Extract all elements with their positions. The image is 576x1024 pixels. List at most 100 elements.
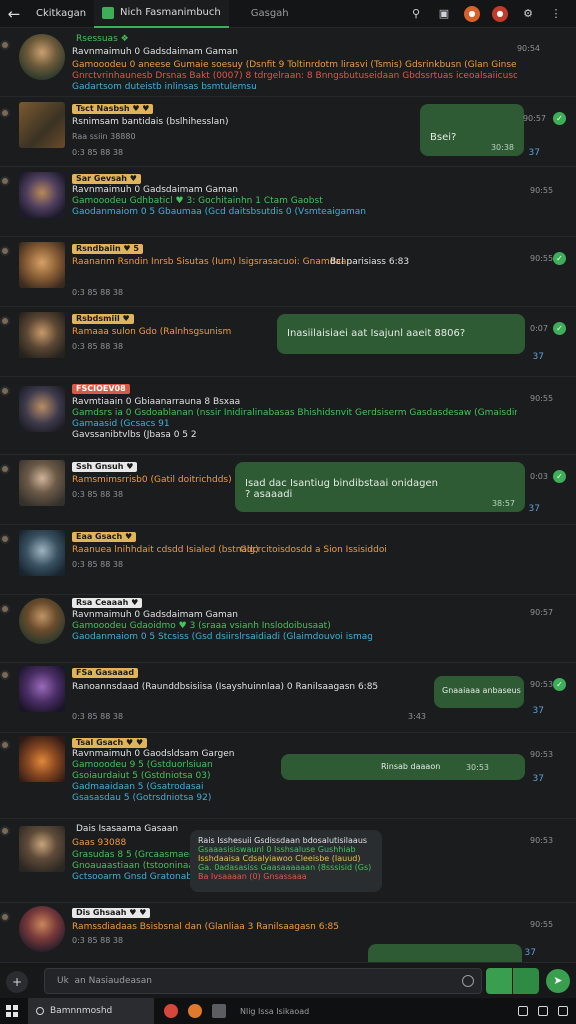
smile-icon[interactable] bbox=[462, 975, 474, 987]
send-icon[interactable]: ➤ bbox=[546, 969, 570, 993]
divider bbox=[0, 306, 576, 307]
menu-icon[interactable]: ⋮ bbox=[548, 6, 564, 22]
browser-app-icon[interactable] bbox=[164, 1004, 178, 1018]
chat-bubble[interactable] bbox=[368, 944, 522, 962]
chat-bubble[interactable]: Gnaaiaaa anbaseus bbox=[434, 676, 524, 708]
message-time: 90:55 bbox=[530, 186, 554, 195]
attach-button[interactable] bbox=[486, 968, 512, 994]
read-check-icon: ✓ bbox=[553, 252, 566, 265]
divider bbox=[0, 524, 576, 525]
tray-chat-icon[interactable] bbox=[538, 1006, 548, 1016]
tray-network-icon[interactable] bbox=[518, 1006, 528, 1016]
sender-name: Rsessuas ❖ bbox=[76, 34, 129, 44]
read-check-icon: ✓ bbox=[553, 470, 566, 483]
avatar[interactable] bbox=[19, 386, 65, 432]
avatar[interactable] bbox=[19, 102, 65, 148]
avatar[interactable] bbox=[19, 242, 65, 288]
avatar[interactable] bbox=[19, 826, 65, 872]
chat-app-icon bbox=[102, 6, 115, 19]
music-app-icon[interactable] bbox=[188, 1004, 202, 1018]
read-check-icon: ✓ bbox=[553, 112, 566, 125]
message-item[interactable]: Rsndbaiin ♥ 5 Raananm Rsndin Inrsb Sisut… bbox=[0, 242, 576, 308]
top-bar: ← Ckitkagan Nich Fasmanimbuch Gasgah ⚲ ▣… bbox=[0, 0, 576, 28]
message-time: 0:3 85 88 38 bbox=[72, 148, 124, 157]
avatar[interactable] bbox=[19, 312, 65, 358]
read-check-icon: ✓ bbox=[553, 322, 566, 335]
tab-primary[interactable]: Ckitkagan bbox=[28, 0, 94, 28]
divider bbox=[0, 454, 576, 455]
message-title: Ravnmaimuh 0 Gadsdaimam Gaman bbox=[72, 47, 239, 57]
message-item[interactable]: FSCIOEV08 Ravmtiaain 0 Gbiaanarrauna 8 B… bbox=[0, 382, 576, 454]
files-app-icon[interactable] bbox=[212, 1004, 226, 1018]
avatar[interactable] bbox=[19, 530, 65, 576]
chat-bubble[interactable]: Bsei? 30:38 bbox=[420, 104, 524, 156]
sender-name: Sar Gevsah ♥ bbox=[72, 174, 141, 184]
profile-icon[interactable]: ● bbox=[492, 5, 508, 22]
message-item[interactable]: Dis Ghsaah ♥ ♥ Ramssdiadaas Bsisbsnal da… bbox=[0, 906, 576, 962]
message-item[interactable]: Rsessuas ❖ Ravnmaimuh 0 Gadsdaimam Gaman… bbox=[0, 34, 576, 100]
sender-name: Ssh Gnsuh ♥ bbox=[72, 462, 138, 472]
taskbar-search[interactable]: Bamnnmoshd bbox=[28, 998, 154, 1024]
message-time: 90:54 bbox=[516, 44, 540, 53]
message-time: 90:55 bbox=[530, 394, 554, 403]
divider bbox=[0, 732, 576, 733]
notification-icon[interactable]: ● bbox=[464, 5, 480, 22]
chat-bubble[interactable]: Inasiilaisiaei aat Isajunl aaeit 8806? bbox=[277, 314, 525, 354]
message-item[interactable]: Rsbdsmiil ♥ Ramaaa sulon Gdo (Ralnhsgsun… bbox=[0, 312, 576, 378]
gif-button[interactable] bbox=[513, 968, 539, 994]
status-dot-icon bbox=[0, 108, 10, 118]
status-dot-icon bbox=[0, 826, 10, 836]
composer: + ➤ bbox=[0, 962, 576, 998]
divider bbox=[0, 902, 576, 903]
plus-icon[interactable]: + bbox=[6, 971, 28, 993]
sender-name: Tsct Nasbsh ♥ ♥ bbox=[72, 104, 154, 114]
chat-bubble[interactable]: Isad dac Isantiug bindibstaai onidagen ?… bbox=[235, 462, 525, 512]
sender-name: Dais Isasaama Gasaan bbox=[76, 824, 179, 834]
chat-bubble[interactable]: Rinsab daaaon 30:53 bbox=[281, 754, 525, 780]
status-dot-icon bbox=[0, 534, 10, 544]
message-time: 90:57 bbox=[530, 608, 554, 617]
avatar[interactable] bbox=[19, 906, 65, 952]
message-item[interactable]: Tsct Nasbsh ♥ ♥ Rsnimsam bantidais (bslh… bbox=[0, 102, 576, 168]
avatar[interactable] bbox=[19, 666, 65, 712]
message-item[interactable]: Dais Isasaama Gasaan Gaas 93088 Grasudas… bbox=[0, 822, 576, 902]
avatar[interactable] bbox=[19, 460, 65, 506]
window-icon[interactable]: ▣ bbox=[436, 6, 452, 22]
message-item[interactable]: Rsa Ceaaah ♥ Ravnmaimuh 0 Gadsdaimam Gam… bbox=[0, 598, 576, 664]
status-dot-icon bbox=[0, 604, 10, 614]
search-icon[interactable]: ⚲ bbox=[408, 6, 424, 22]
read-check-icon: ✓ bbox=[553, 678, 566, 691]
status-dot-icon bbox=[0, 40, 10, 50]
sender-name: Tsal Gsach ♥ ♥ bbox=[72, 738, 148, 748]
divider bbox=[0, 376, 576, 377]
divider bbox=[0, 594, 576, 595]
message-time: 90:55 bbox=[530, 254, 554, 263]
status-dot-icon bbox=[0, 740, 10, 750]
message-item[interactable]: Ssh Gnsuh ♥ Ramsmimsrrisb0 (Gatil doitri… bbox=[0, 460, 576, 526]
divider bbox=[0, 236, 576, 237]
avatar[interactable] bbox=[19, 736, 65, 782]
search-icon bbox=[36, 1007, 44, 1015]
avatar[interactable] bbox=[19, 172, 65, 218]
message-time: 90:53 bbox=[530, 680, 554, 689]
message-panel[interactable]: Rais Isshesuii Gsdissdaan bdosalutisilaa… bbox=[190, 830, 382, 892]
tab-search[interactable]: Gasgah bbox=[251, 8, 289, 19]
message-item[interactable]: FSa Gasaaad Ranoannsdaad (Raunddbsisiisa… bbox=[0, 666, 576, 732]
message-time: 0:07 bbox=[530, 324, 548, 333]
back-arrow-icon[interactable]: ← bbox=[0, 5, 28, 23]
message-item[interactable]: Tsal Gsach ♥ ♥ Ravnmaimuh 0 Gaodsldsam G… bbox=[0, 736, 576, 816]
sender-name: Rsndbaiin ♥ 5 bbox=[72, 244, 143, 254]
sender-name: Rsa Ceaaah ♥ bbox=[72, 598, 143, 608]
status-dot-icon bbox=[0, 246, 10, 256]
avatar[interactable] bbox=[19, 598, 65, 644]
avatar[interactable] bbox=[19, 34, 65, 80]
tray-notification-icon[interactable] bbox=[558, 1006, 568, 1016]
message-item[interactable]: Eaa Gsach ♥ Raanuea lnihhdait cdsdd Isia… bbox=[0, 530, 576, 596]
status-dot-icon bbox=[0, 912, 10, 922]
message-input[interactable] bbox=[44, 968, 482, 994]
windows-start-icon[interactable] bbox=[6, 1005, 18, 1017]
divider bbox=[0, 166, 576, 167]
message-item[interactable]: Sar Gevsah ♥ Ravnmaimuh 0 Gadsdaimam Gam… bbox=[0, 172, 576, 238]
settings-icon[interactable]: ⚙ bbox=[520, 6, 536, 22]
tab-active-chat[interactable]: Nich Fasmanimbuch bbox=[94, 0, 229, 28]
